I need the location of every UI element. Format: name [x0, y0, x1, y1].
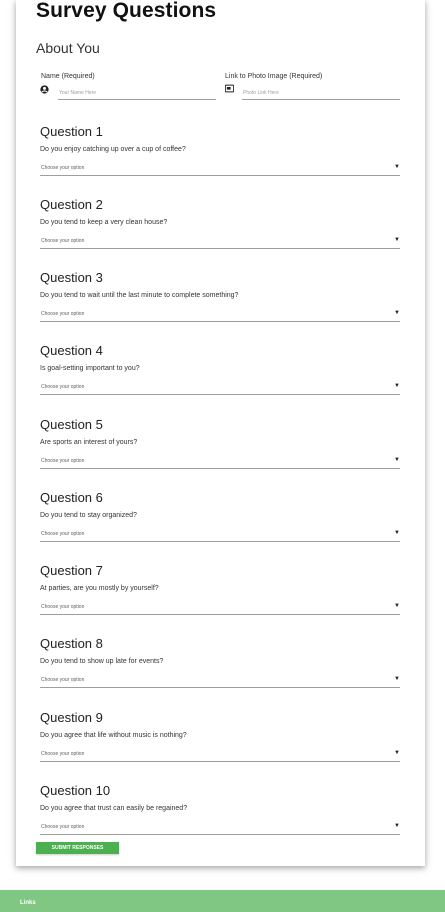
question-text: Do you tend to wait until the last minut…	[40, 292, 239, 299]
answer-select[interactable]: Choose your option ▼	[40, 675, 400, 688]
footer: Links	[0, 890, 445, 912]
question-text: Is goal-setting important to you?	[40, 365, 140, 372]
select-value: Choose your option	[41, 751, 85, 757]
question-heading: Question 10	[40, 783, 111, 798]
answer-select[interactable]: Choose your option ▼	[40, 309, 400, 322]
submit-responses-button[interactable]: SUBMIT RESPONSES	[36, 842, 119, 854]
question-heading: Question 8	[40, 636, 103, 651]
answer-select[interactable]: Choose your option ▼	[40, 163, 400, 176]
select-value: Choose your option	[41, 824, 85, 830]
footer-links-heading: Links	[20, 900, 36, 906]
select-value: Choose your option	[41, 604, 85, 610]
photo-label: Link to Photo Image (Required)	[225, 73, 323, 80]
question-text: Do you tend to stay organized?	[40, 512, 137, 519]
select-value: Choose your option	[41, 165, 85, 171]
caret-down-icon: ▼	[394, 164, 400, 170]
question-text: Do you agree that trust can easily be re…	[40, 805, 188, 812]
select-value: Choose your option	[41, 458, 85, 464]
caret-down-icon: ▼	[394, 823, 400, 829]
photo-link-input[interactable]	[242, 87, 400, 100]
answer-select[interactable]: Choose your option ▼	[40, 749, 400, 762]
question-text: Do you tend to keep a very clean house?	[40, 219, 168, 226]
answer-select[interactable]: Choose your option ▼	[40, 236, 400, 249]
question-heading: Question 7	[40, 563, 103, 578]
caret-down-icon: ▼	[394, 750, 400, 756]
question-heading: Question 9	[40, 710, 103, 725]
question-text: Do you tend to show up late for events?	[40, 658, 164, 665]
caret-down-icon: ▼	[394, 457, 400, 463]
name-input[interactable]	[58, 87, 216, 100]
answer-select[interactable]: Choose your option ▼	[40, 529, 400, 542]
account-circle-icon	[40, 85, 49, 94]
caret-down-icon: ▼	[394, 310, 400, 316]
select-value: Choose your option	[41, 677, 85, 683]
question-heading: Question 4	[40, 343, 103, 358]
question-text: At parties, are you mostly by yourself?	[40, 585, 159, 592]
caret-down-icon: ▼	[394, 603, 400, 609]
caret-down-icon: ▼	[394, 237, 400, 243]
question-heading: Question 2	[40, 197, 103, 212]
question-text: Are sports an interest of yours?	[40, 439, 138, 446]
select-value: Choose your option	[41, 238, 85, 244]
name-label: Name (Required)	[41, 73, 95, 80]
question-text: Do you enjoy catching up over a cup of c…	[40, 146, 186, 153]
picture-icon	[225, 84, 234, 93]
select-value: Choose your option	[41, 311, 85, 317]
select-value: Choose your option	[41, 384, 85, 390]
answer-select[interactable]: Choose your option ▼	[40, 602, 400, 615]
caret-down-icon: ▼	[394, 530, 400, 536]
question-heading: Question 5	[40, 417, 103, 432]
question-heading: Question 6	[40, 490, 103, 505]
caret-down-icon: ▼	[394, 676, 400, 682]
select-value: Choose your option	[41, 531, 85, 537]
survey-card: Survey Questions About You Name (Require…	[16, 0, 425, 866]
answer-select[interactable]: Choose your option ▼	[40, 822, 400, 835]
question-text: Do you agree that life without music is …	[40, 732, 187, 739]
answer-select[interactable]: Choose your option ▼	[40, 382, 400, 395]
question-heading: Question 1	[40, 124, 103, 139]
caret-down-icon: ▼	[394, 383, 400, 389]
answer-select[interactable]: Choose your option ▼	[40, 456, 400, 469]
question-heading: Question 3	[40, 270, 103, 285]
about-you-heading: About You	[36, 40, 100, 56]
page-title: Survey Questions	[36, 0, 217, 22]
